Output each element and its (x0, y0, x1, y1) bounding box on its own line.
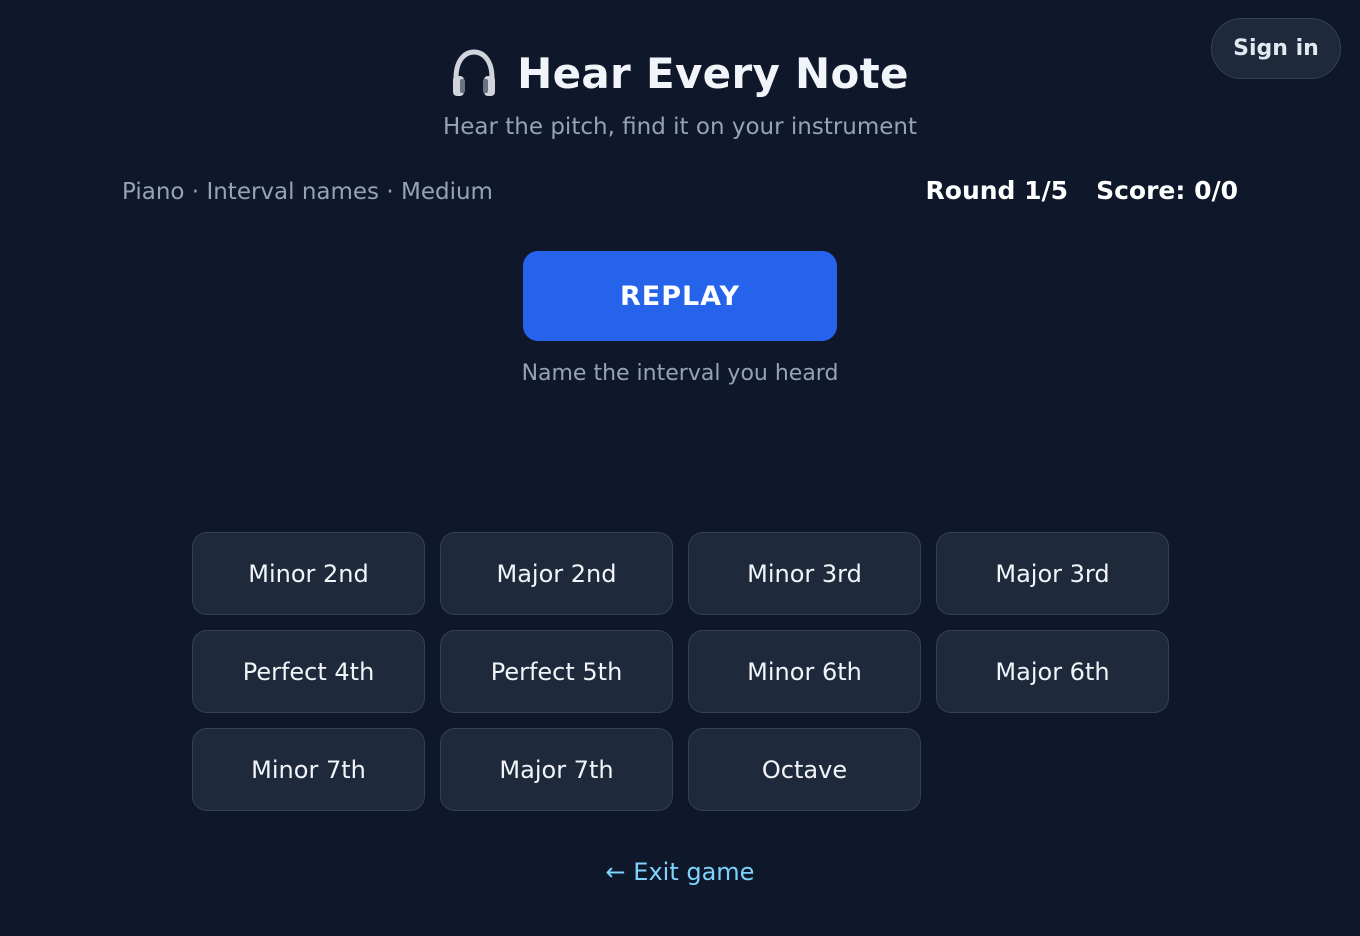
answer-button-minor-3rd[interactable]: Minor 3rd (688, 532, 921, 615)
answer-button-perfect-5th[interactable]: Perfect 5th (440, 630, 673, 713)
mode-label: Interval names (206, 179, 380, 205)
answer-button-major-7th[interactable]: Major 7th (440, 728, 673, 811)
score-counter: Score: 0/0 (1096, 176, 1238, 205)
headphones-icon (453, 49, 496, 96)
answer-grid: Minor 2nd Major 2nd Minor 3rd Major 3rd … (192, 532, 1169, 811)
answer-button-minor-6th[interactable]: Minor 6th (688, 630, 921, 713)
exit-game-link[interactable]: ← Exit game (606, 858, 755, 886)
answer-button-major-6th[interactable]: Major 6th (936, 630, 1169, 713)
round-counter: Round 1/5 (925, 176, 1069, 205)
exit-game-link-container: ← Exit game (0, 855, 1360, 889)
answer-button-octave[interactable]: Octave (688, 728, 921, 811)
replay-button[interactable]: REPLAY (523, 251, 837, 341)
game-settings: Piano · Interval names · Medium (122, 175, 493, 209)
instrument-label: Piano (122, 179, 185, 205)
separator: · (379, 179, 401, 205)
difficulty-label: Medium (400, 179, 493, 205)
page-subtitle: Hear the pitch, find it on your instrume… (442, 114, 918, 140)
page-title: Hear Every Note (517, 49, 909, 98)
page-header: Hear Every Note (0, 46, 1360, 102)
answer-button-major-2nd[interactable]: Major 2nd (440, 532, 673, 615)
round-score-status: Round 1/5 Score: 0/0 (926, 173, 1238, 209)
answer-button-perfect-4th[interactable]: Perfect 4th (192, 630, 425, 713)
answer-button-minor-2nd[interactable]: Minor 2nd (192, 532, 425, 615)
separator: · (184, 179, 207, 205)
answer-button-major-3rd[interactable]: Major 3rd (936, 532, 1169, 615)
answer-button-minor-7th[interactable]: Minor 7th (192, 728, 425, 811)
instruction-text: Name the interval you heard (521, 361, 839, 386)
